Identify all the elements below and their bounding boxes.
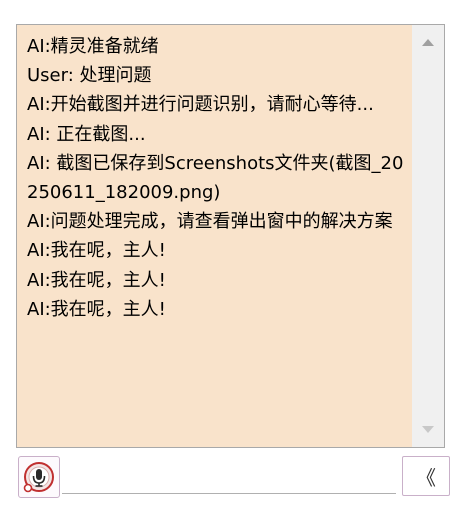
collapse-button[interactable]: 《 [402, 456, 450, 496]
chat-message: AI:精灵准备就绪 [27, 36, 159, 57]
scroll-down-arrow-icon[interactable] [422, 426, 434, 433]
chat-message: AI:我在呢，主人! [27, 269, 166, 291]
chat-message: AI:我在呢，主人! [27, 298, 166, 320]
chat-message: AI:问题处理完成，请查看弹出窗中的解决方案 [27, 211, 393, 233]
chat-log-frame: AI:精灵准备就绪 User: 处理问题 AI:开始截图并进行问题识别，请耐心等… [16, 24, 445, 448]
chat-message: AI:开始截图并进行问题识别，请耐心等待... [27, 94, 374, 116]
chat-log[interactable]: AI:精灵准备就绪 User: 处理问题 AI:开始截图并进行问题识别，请耐心等… [17, 25, 412, 447]
chat-window: AI:精灵准备就绪 User: 处理问题 AI:开始截图并进行问题识别，请耐心等… [0, 0, 472, 508]
chat-message: AI: 正在截图... [27, 123, 146, 145]
message-input[interactable] [62, 458, 396, 494]
microphone-icon [23, 462, 54, 493]
chat-message: AI:我在呢，主人! [27, 240, 166, 262]
microphone-button[interactable] [18, 456, 60, 498]
chat-message: AI: 截图已保存到Screenshots文件夹(截图_20250611_182… [27, 152, 404, 204]
vertical-scrollbar[interactable] [412, 25, 444, 447]
collapse-button-label: 《 [416, 465, 436, 490]
chat-message: User: 处理问题 [27, 65, 152, 87]
scroll-up-arrow-icon[interactable] [422, 39, 434, 46]
